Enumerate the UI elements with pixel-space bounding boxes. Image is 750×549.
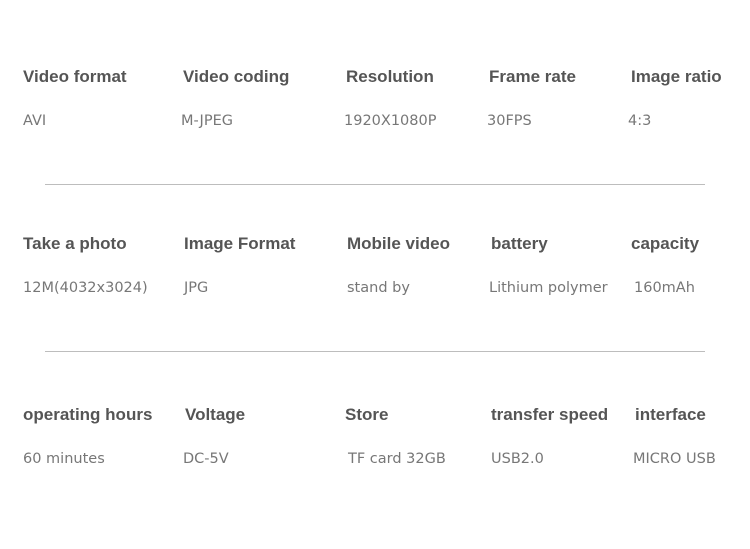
spec-value: DC-5V (183, 451, 229, 467)
spec-value: Lithium polymer (489, 280, 608, 296)
spec-value: USB2.0 (491, 451, 544, 467)
spec-value: TF card 32GB (348, 451, 446, 467)
spec-value: M-JPEG (181, 113, 233, 129)
spec-label: Video format (23, 67, 127, 86)
row-divider (45, 351, 705, 352)
spec-label: Store (345, 405, 389, 424)
spec-label: Image ratio (631, 67, 722, 86)
spec-value: stand by (347, 280, 410, 296)
spec-label: interface (635, 405, 706, 424)
spec-label: transfer speed (491, 405, 609, 424)
spec-label: Mobile video (347, 234, 450, 253)
spec-value: AVI (23, 113, 47, 129)
spec-value: 30FPS (487, 113, 532, 129)
spec-label: operating hours (23, 405, 153, 424)
spec-label: Image Format (184, 234, 296, 253)
spec-value: MICRO USB (633, 451, 716, 467)
spec-label: Voltage (185, 405, 246, 424)
spec-value: 1920X1080P (344, 113, 437, 129)
spec-value: 160mAh (634, 280, 695, 296)
spec-value: 12M(4032x3024) (23, 280, 148, 296)
spec-label: Frame rate (489, 67, 576, 86)
spec-label: Video coding (183, 67, 290, 86)
spec-value: JPG (184, 280, 209, 296)
row-divider (45, 184, 705, 185)
spec-label: Resolution (346, 67, 434, 86)
spec-label: Take a photo (23, 234, 127, 253)
spec-value: 4:3 (628, 113, 652, 129)
spec-label: capacity (631, 234, 700, 253)
spec-value: 60 minutes (23, 451, 105, 467)
spec-label: battery (491, 234, 548, 253)
